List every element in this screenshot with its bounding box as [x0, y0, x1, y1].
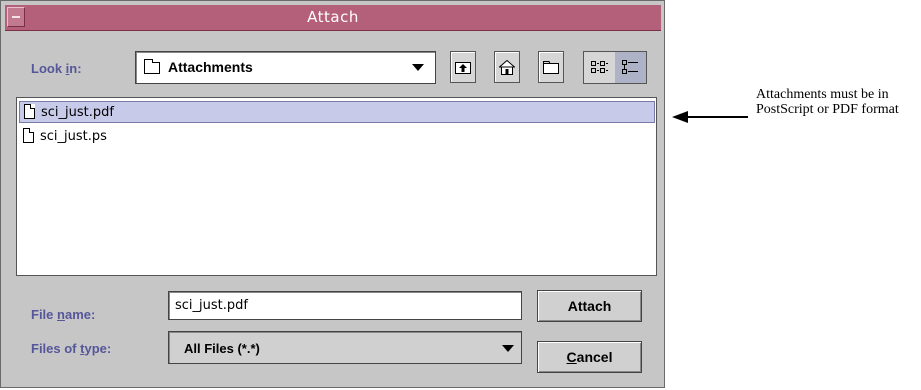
files-of-type-dropdown[interactable]: All Files (*.*)	[168, 331, 522, 364]
home-icon	[499, 60, 515, 75]
title-bar[interactable]: Attach	[5, 5, 661, 31]
cancel-button[interactable]: Cancel	[537, 341, 642, 373]
up-folder-button[interactable]	[450, 51, 476, 83]
chevron-down-icon	[412, 64, 424, 71]
folder-icon	[144, 59, 160, 74]
file-name-label: File name:	[31, 307, 96, 322]
new-folder-icon	[543, 61, 559, 74]
file-name-text: sci_just.pdf	[41, 105, 114, 120]
file-icon	[23, 128, 34, 143]
annotation-callout: Attachments must be in PostScript or PDF…	[756, 87, 899, 117]
attach-dialog: Attach Look in: Attachments sci_just.pdf…	[0, 0, 665, 388]
view-toggle-group	[583, 51, 647, 84]
details-view-icon	[622, 60, 638, 74]
attach-button[interactable]: Attach	[537, 290, 642, 322]
file-name-text: sci_just.ps	[40, 129, 107, 144]
annotation-pointer-line	[676, 116, 748, 118]
look-in-label: Look in:	[31, 61, 82, 76]
details-view-button[interactable]	[615, 52, 646, 83]
files-of-type-value: All Files (*.*)	[184, 341, 260, 356]
file-list-item[interactable]: sci_just.ps	[19, 126, 655, 148]
chevron-down-icon	[502, 345, 514, 352]
new-folder-button[interactable]	[538, 51, 564, 83]
list-view-button[interactable]	[584, 52, 615, 83]
up-folder-icon	[455, 62, 471, 74]
dialog-title: Attach	[307, 8, 359, 26]
file-icon	[24, 104, 35, 119]
files-of-type-label: Files of type:	[31, 341, 112, 356]
file-list[interactable]: sci_just.pdf sci_just.ps	[16, 97, 657, 276]
list-view-icon	[591, 61, 608, 73]
file-name-input[interactable]: sci_just.pdf	[168, 291, 522, 320]
look-in-dropdown[interactable]: Attachments	[135, 51, 436, 84]
look-in-value: Attachments	[168, 59, 253, 75]
home-button[interactable]	[494, 51, 520, 83]
file-name-value: sci_just.pdf	[175, 298, 248, 313]
file-list-item[interactable]: sci_just.pdf	[19, 101, 655, 123]
